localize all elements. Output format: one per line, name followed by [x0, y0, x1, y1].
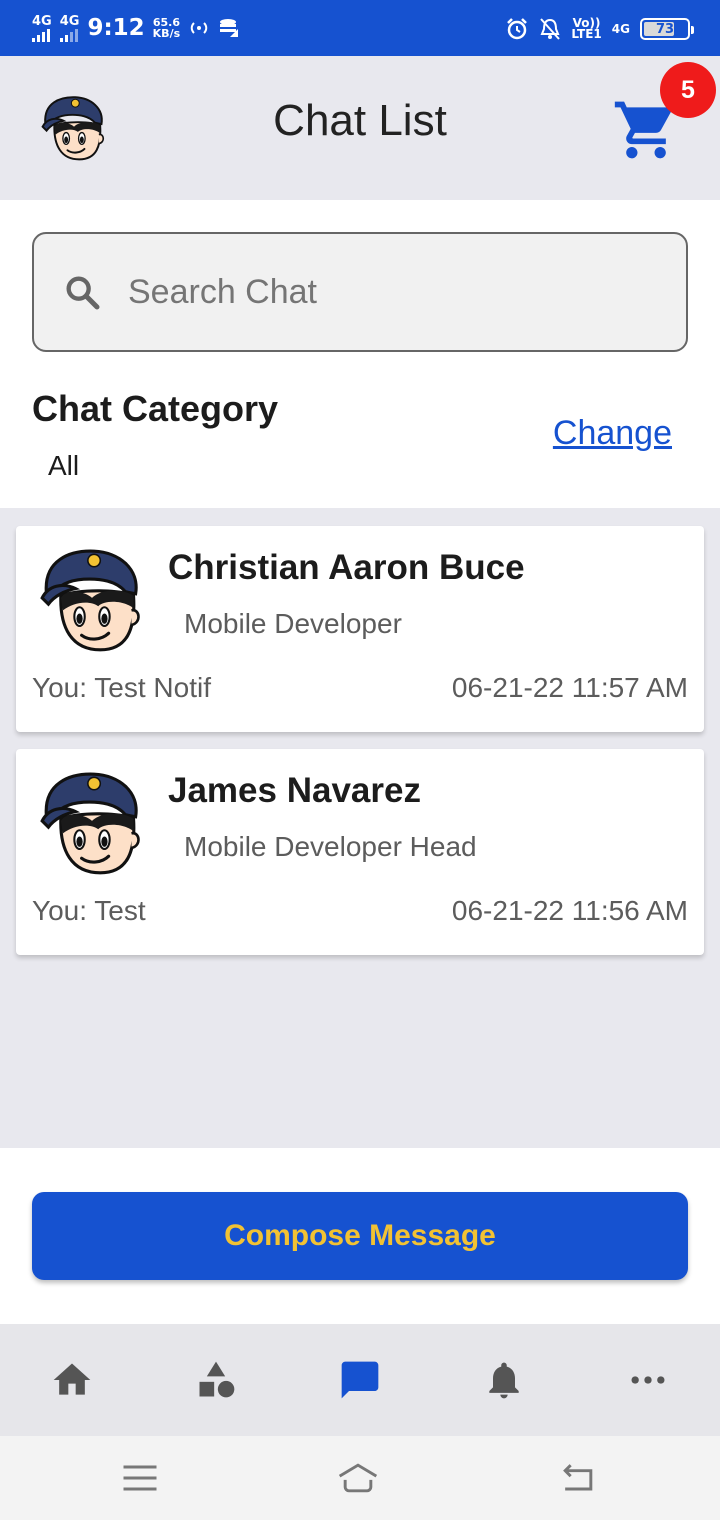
signal-bars-icon	[32, 28, 52, 42]
compose-panel: Compose Message	[0, 1148, 720, 1324]
alarm-icon	[507, 18, 528, 40]
signal-1: 4G	[32, 15, 52, 42]
speed-unit: KB/s	[152, 27, 181, 40]
network-type-right: 4G	[611, 21, 630, 36]
cart-badge: 5	[660, 62, 716, 118]
volte-indicator: Vo)) LTE1	[571, 17, 602, 41]
chat-category-title: Chat Category	[32, 388, 279, 429]
network-speed: 65.6 KB/s	[153, 17, 180, 39]
contact-name: James Navarez	[168, 771, 421, 810]
status-right: Vo)) LTE1 4G 73	[505, 14, 694, 44]
contact-avatar	[40, 546, 144, 654]
status-bar: 4G 4G 9:12 65.6 KB/s Vo)) LTE1 4G 73	[0, 0, 720, 56]
signal-2: 4G	[59, 13, 80, 42]
chat-list-item[interactable]: Christian Aaron Buce Mobile Developer Yo…	[16, 526, 704, 732]
volte-line-2: LTE1	[571, 27, 602, 41]
message-timestamp: 06-21-22 11:56 AM	[451, 895, 688, 926]
more-icon[interactable]	[626, 1358, 670, 1402]
battery-level: 73	[655, 21, 675, 37]
hotspot-icon	[190, 22, 208, 34]
network-type-label: 4G	[32, 13, 52, 29]
message-timestamp: 06-21-22 11:57 AM	[451, 672, 688, 703]
chat-icon[interactable]	[338, 1358, 382, 1402]
menu-icon[interactable]	[118, 1456, 162, 1500]
shapes-icon[interactable]	[194, 1358, 238, 1402]
network-type-label: 4G	[59, 13, 80, 29]
last-message: You: Test	[32, 895, 146, 926]
last-message: You: Test Notif	[32, 672, 212, 703]
chat-category-value: All	[48, 450, 80, 481]
contact-role: Mobile Developer	[184, 608, 402, 639]
bell-icon[interactable]	[482, 1358, 526, 1402]
battery-icon: 73	[640, 18, 694, 40]
search-box[interactable]	[32, 232, 688, 352]
contact-role: Mobile Developer Head	[184, 831, 477, 862]
system-navigation-bar	[0, 1436, 720, 1520]
notifications-off-icon	[540, 18, 561, 40]
change-category-link[interactable]: Change	[553, 414, 672, 453]
data-saver-icon	[220, 19, 239, 37]
contact-avatar	[40, 769, 144, 877]
home-icon[interactable]	[50, 1358, 94, 1402]
signal-bars-icon	[59, 28, 80, 42]
clock: 9:12	[87, 15, 145, 41]
chat-list-item[interactable]: James Navarez Mobile Developer Head You:…	[16, 749, 704, 955]
compose-message-button[interactable]: Compose Message	[32, 1192, 688, 1280]
search-input[interactable]	[128, 272, 628, 312]
bottom-navigation	[0, 1324, 720, 1436]
back-icon[interactable]	[556, 1456, 600, 1500]
app-bar: Chat List	[0, 56, 720, 200]
home-outline-icon[interactable]	[336, 1456, 380, 1500]
status-left: 4G 4G 9:12 65.6 KB/s	[32, 12, 240, 44]
search-panel: Chat Category All Change	[0, 200, 720, 508]
contact-name: Christian Aaron Buce	[168, 548, 525, 587]
search-icon	[66, 276, 100, 310]
